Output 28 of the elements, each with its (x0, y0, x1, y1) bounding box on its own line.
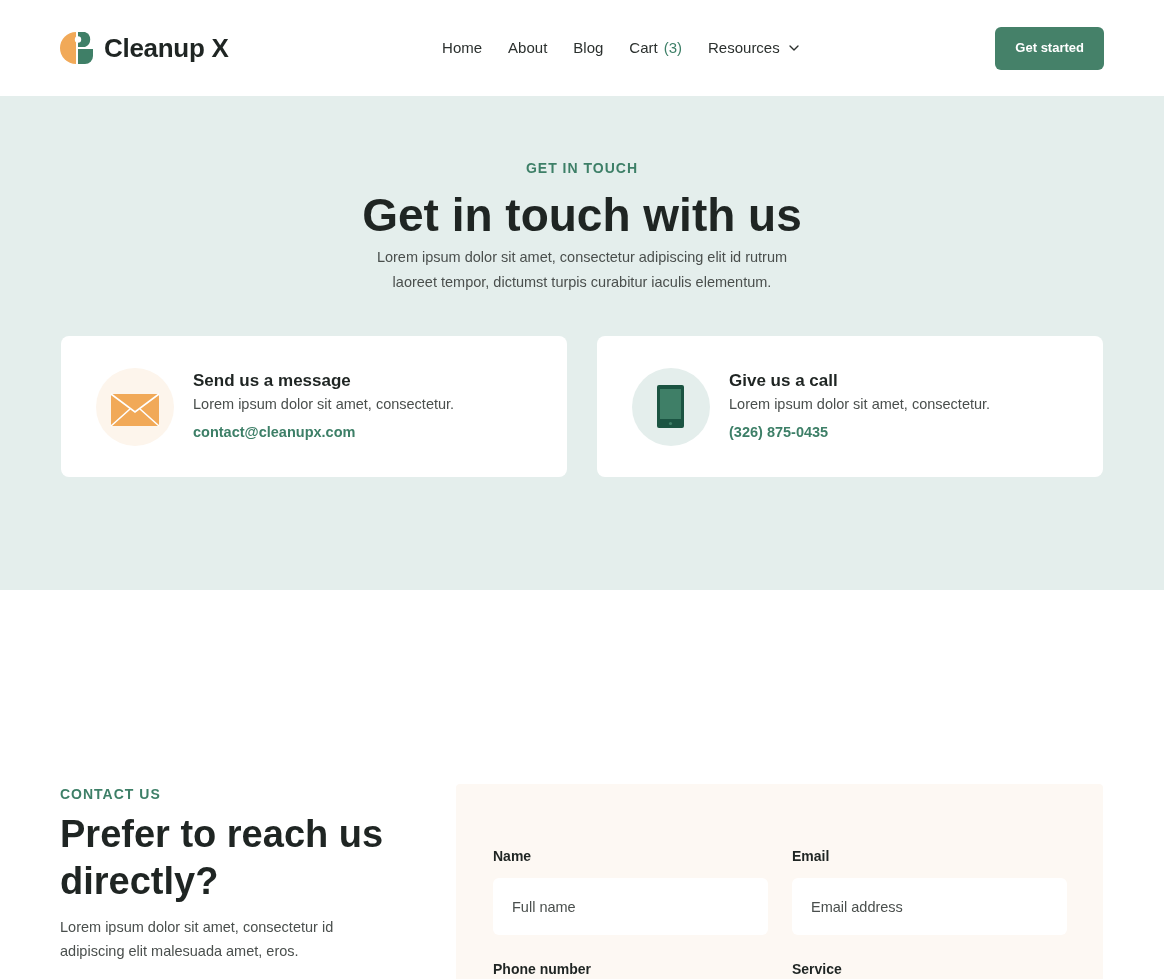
field-label: Phone number (493, 961, 592, 977)
envelope-icon (96, 367, 174, 446)
section-title: Prefer to reach us directly? (60, 812, 385, 904)
nav-link[interactable]: Resources (708, 36, 802, 60)
section-title: Get in touch with us (362, 188, 802, 243)
phone-link[interactable]: (326) 875-0435 (729, 421, 991, 442)
section-description: Lorem ipsum dolor sit amet, consectetur id adipiscing elit malesuada amet, eros. (60, 918, 335, 961)
field-label: Email (792, 848, 831, 864)
get-started-button[interactable]: Get started (995, 26, 1104, 70)
section-eyebrow: GET IN TOUCH (525, 159, 639, 178)
card-description: Lorem ipsum dolor sit amet, consectetur. (729, 394, 991, 414)
card-title: Send us a message (193, 369, 352, 392)
phone-icon (632, 367, 710, 446)
logo-text: Cleanup X (104, 31, 229, 65)
section-eyebrow: CONTACT US (60, 785, 162, 804)
nav-link[interactable]: About (508, 36, 548, 60)
field-label: Service (792, 961, 843, 977)
field-label: Name (493, 848, 533, 864)
nav-link[interactable]: Blog (573, 36, 604, 60)
card-title: Give us a call (729, 369, 839, 392)
nav-link[interactable]: Cart (3) (629, 36, 682, 60)
section-description: Lorem ipsum dolor sit amet, consectetur adipiscing elit id rutrum laoreet tempor, dictumst turpis curabitur iaculis elementum. (375, 248, 789, 292)
logo-icon (60, 31, 94, 65)
email-link[interactable]: contact@cleanupx.com (193, 421, 455, 442)
card-description: Lorem ipsum dolor sit amet, consectetur. (193, 394, 455, 414)
nav-link[interactable]: Home (442, 36, 483, 60)
text-input[interactable]: Full name (493, 878, 768, 935)
text-input[interactable]: Email address (792, 878, 1067, 935)
